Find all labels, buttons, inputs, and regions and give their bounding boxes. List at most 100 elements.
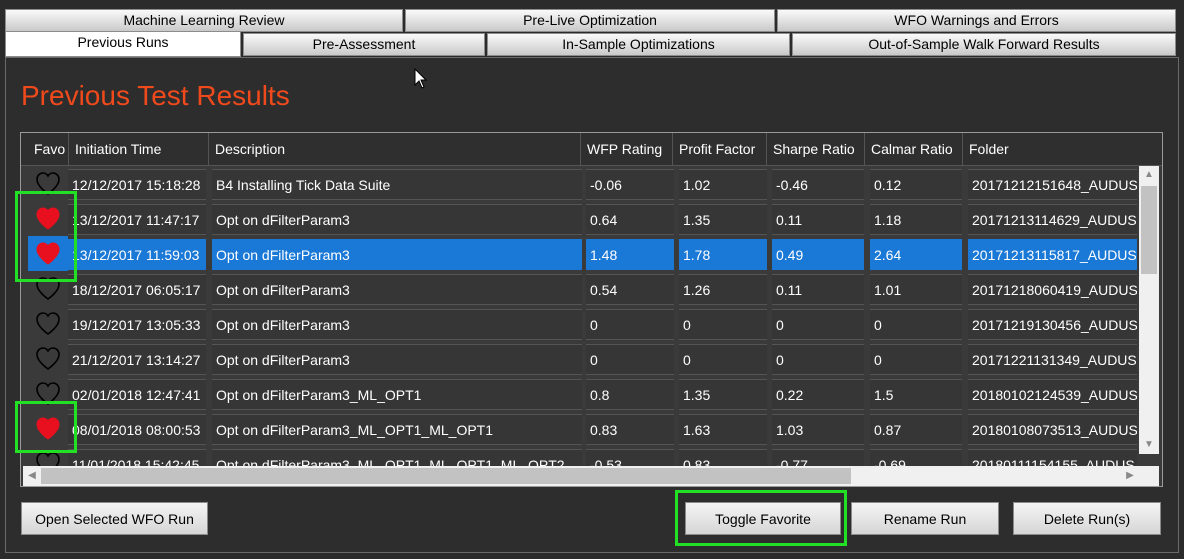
vertical-scrollbar[interactable]: ▲ ▼ [1139,166,1159,454]
heart-outline-icon[interactable] [35,381,61,406]
mouse-cursor-icon [414,68,428,89]
cell-folder: 20171221131349_AUDUS [968,344,1137,375]
cell-folder: 20180102124539_AUDUS [968,379,1137,410]
heart-filled-icon[interactable] [35,416,61,441]
column-header-favorite[interactable]: Favo [28,133,68,166]
tab-machine-learning-review[interactable]: Machine Learning Review [5,9,403,32]
cell-wfp-rating: 0 [586,344,674,375]
table-row[interactable]: 18/12/2017 06:05:17 Opt on dFilterParam3 0… [21,271,1139,306]
cell-sharpe-ratio: 0 [772,344,864,375]
scroll-right-icon[interactable]: ▶ [1121,466,1139,486]
grid-header: Favo Initiation Time Description WFP Rat… [21,133,1162,166]
cell-initiation-time: 08/01/2018 08:00:53 [68,414,206,445]
table-row[interactable]: 02/01/2018 12:47:41 Opt on dFilterParam3_… [21,376,1139,411]
delete-runs-button[interactable]: Delete Run(s) [1013,502,1161,535]
cell-description: Opt on dFilterParam3 [212,274,582,305]
cell-profit-factor: 1.35 [679,204,767,235]
column-header-profit-factor[interactable]: Profit Factor [672,133,766,166]
column-header-initiation-time[interactable]: Initiation Time [68,133,208,166]
cell-initiation-time: 13/12/2017 11:47:17 [68,204,206,235]
cell-wfp-rating: 0 [586,309,674,340]
cell-folder: 20180108073513_AUDUS [968,414,1137,445]
favorite-cell[interactable] [28,166,68,201]
favorite-cell[interactable] [28,376,68,411]
cell-sharpe-ratio: 0.11 [772,274,864,305]
open-selected-wfo-run-button[interactable]: Open Selected WFO Run [21,502,208,535]
favorite-cell[interactable] [28,341,68,376]
column-header-folder[interactable]: Folder [962,133,1139,166]
cell-folder: 20171213114629_AUDUS [968,204,1137,235]
heart-outline-icon[interactable] [35,311,61,336]
cell-sharpe-ratio: 0.49 [772,239,864,270]
heart-outline-icon[interactable] [35,276,61,301]
table-row[interactable]: 12/12/2017 15:18:28 B4 Installing Tick Da… [21,166,1139,201]
favorite-cell[interactable] [28,306,68,341]
table-row[interactable]: 13/12/2017 11:59:03 Opt on dFilterParam3 1… [21,236,1139,271]
cell-wfp-rating: 0.54 [586,274,674,305]
cell-folder: 20171218060419_AUDUS [968,274,1137,305]
cell-description: Opt on dFilterParam3 [212,204,582,235]
horizontal-scrollbar[interactable]: ◀ ▶ [23,466,1139,486]
vertical-scroll-thumb[interactable] [1141,186,1157,274]
table-row[interactable]: 13/12/2017 11:47:17 Opt on dFilterParam3 0… [21,201,1139,236]
favorite-cell[interactable] [28,271,68,306]
tab-in-sample-optimizations[interactable]: In-Sample Optimizations [487,33,790,56]
scroll-down-icon[interactable]: ▼ [1139,436,1159,454]
column-header-sharpe-ratio[interactable]: Sharpe Ratio [766,133,864,166]
heart-outline-icon[interactable] [35,346,61,371]
cell-initiation-time: 21/12/2017 13:14:27 [68,344,206,375]
favorite-cell[interactable] [28,411,68,446]
cell-description: Opt on dFilterParam3_ML_OPT1_ML_OPT1 [212,414,582,445]
cell-calmar-ratio: 2.64 [870,239,962,270]
toggle-favorite-button[interactable]: Toggle Favorite [685,502,841,535]
heart-filled-icon[interactable] [35,241,61,266]
cell-sharpe-ratio: -0.46 [772,169,864,200]
cell-initiation-time: 12/12/2017 15:18:28 [68,169,206,200]
tab-pre-live-optimization[interactable]: Pre-Live Optimization [405,9,775,32]
heart-filled-icon[interactable] [35,206,61,231]
column-header-calmar-ratio[interactable]: Calmar Ratio [864,133,962,166]
tab-previous-runs[interactable]: Previous Runs [5,31,241,57]
cell-calmar-ratio: 0.12 [870,169,962,200]
cell-folder: 20171213115817_AUDUS [968,239,1137,270]
tab-pre-assessment[interactable]: Pre-Assessment [243,33,485,56]
cell-initiation-time: 02/01/2018 12:47:41 [68,379,206,410]
cell-calmar-ratio: 1.5 [870,379,962,410]
horizontal-scroll-thumb[interactable] [41,468,851,484]
cell-profit-factor: 1.35 [679,379,767,410]
results-grid[interactable]: Favo Initiation Time Description WFP Rat… [20,132,1163,487]
cell-wfp-rating: 0.8 [586,379,674,410]
table-row[interactable]: 21/12/2017 13:14:27 Opt on dFilterParam3 0… [21,341,1139,376]
cell-profit-factor: 0 [679,344,767,375]
page-title: Previous Test Results [21,80,290,111]
cell-sharpe-ratio: 0.22 [772,379,864,410]
column-header-wfp-rating[interactable]: WFP Rating [580,133,672,166]
rename-run-button[interactable]: Rename Run [851,502,999,535]
column-header-description[interactable]: Description [208,133,580,166]
tab-out-of-sample-walk-forward-results[interactable]: Out-of-Sample Walk Forward Results [792,33,1176,56]
tab-wfo-warnings-and-errors[interactable]: WFO Warnings and Errors [777,9,1176,32]
favorite-cell[interactable] [28,236,68,271]
cell-profit-factor: 1.78 [679,239,767,270]
cell-calmar-ratio: 1.18 [870,204,962,235]
table-row[interactable]: 08/01/2018 08:00:53 Opt on dFilterParam3_… [21,411,1139,446]
cell-wfp-rating: 1.48 [586,239,674,270]
cell-profit-factor: 1.26 [679,274,767,305]
scrollbar-corner [1139,466,1159,486]
cell-description: Opt on dFilterParam3 [212,344,582,375]
scroll-up-icon[interactable]: ▲ [1139,166,1159,184]
cell-description: Opt on dFilterParam3_ML_OPT1 [212,379,582,410]
cell-profit-factor: 1.63 [679,414,767,445]
favorite-cell[interactable] [28,201,68,236]
scroll-left-icon[interactable]: ◀ [23,466,41,486]
cell-calmar-ratio: 0 [870,344,962,375]
cell-description: Opt on dFilterParam3 [212,239,582,270]
cell-folder: 20171212151648_AUDUS [968,169,1137,200]
cell-description: B4 Installing Tick Data Suite [212,169,582,200]
table-row[interactable]: 19/12/2017 13:05:33 Opt on dFilterParam3 0… [21,306,1139,341]
cell-initiation-time: 19/12/2017 13:05:33 [68,309,206,340]
heart-outline-icon[interactable] [35,171,61,196]
cell-profit-factor: 1.02 [679,169,767,200]
cell-wfp-rating: 0.64 [586,204,674,235]
cell-initiation-time: 13/12/2017 11:59:03 [68,239,206,270]
